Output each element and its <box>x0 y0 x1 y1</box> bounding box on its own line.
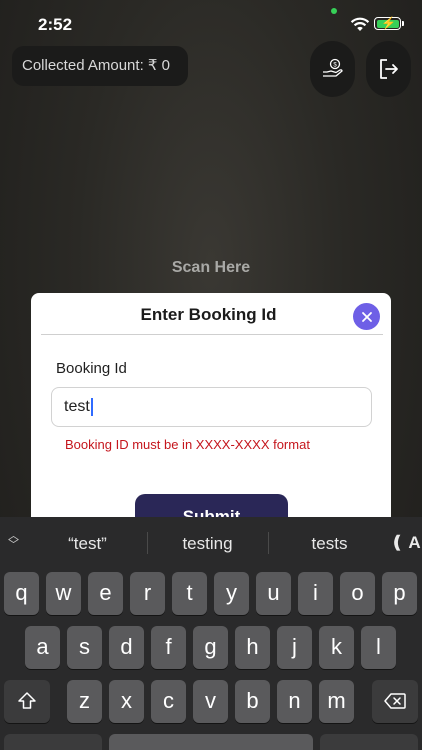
keyboard: ︿ ﹀ “test” testing tests ❪ A q w e r t y … <box>0 517 422 750</box>
modal-divider <box>41 334 383 335</box>
key-o[interactable]: o <box>340 572 375 615</box>
backspace-icon <box>384 693 406 709</box>
payment-button[interactable]: $ <box>310 41 355 97</box>
return-key[interactable] <box>320 734 418 750</box>
battery-cap <box>402 21 404 26</box>
close-icon <box>361 311 372 322</box>
key-p[interactable]: p <box>382 572 417 615</box>
key-a[interactable]: a <box>25 626 60 669</box>
suggestion-divider <box>147 532 148 554</box>
key-k[interactable]: k <box>319 626 354 669</box>
booking-id-input-value: test <box>64 398 90 415</box>
hand-coin-icon: $ <box>322 58 343 77</box>
validation-error: Booking ID must be in XXXX-XXXX format <box>65 437 310 452</box>
key-m[interactable]: m <box>319 680 354 723</box>
wifi-icon <box>350 17 370 31</box>
key-q[interactable]: q <box>4 572 39 615</box>
key-z[interactable]: z <box>67 680 102 723</box>
booking-id-modal: Enter Booking Id Booking Id test Booking… <box>31 293 391 544</box>
camera-in-use-indicator <box>331 8 337 14</box>
key-y[interactable]: y <box>214 572 249 615</box>
key-s[interactable]: s <box>67 626 102 669</box>
key-f[interactable]: f <box>151 626 186 669</box>
numbers-key[interactable] <box>4 734 102 750</box>
booking-id-label: Booking Id <box>56 360 127 377</box>
key-v[interactable]: v <box>193 680 228 723</box>
key-n[interactable]: n <box>277 680 312 723</box>
logout-icon <box>379 59 398 79</box>
key-h[interactable]: h <box>235 626 270 669</box>
status-time: 2:52 <box>38 15 73 34</box>
key-e[interactable]: e <box>88 572 123 615</box>
key-b[interactable]: b <box>235 680 270 723</box>
key-x[interactable]: x <box>109 680 144 723</box>
delete-key[interactable] <box>372 680 418 723</box>
key-j[interactable]: j <box>277 626 312 669</box>
suggestion-bar: ︿ ﹀ “test” testing tests ❪ A <box>0 517 422 567</box>
key-i[interactable]: i <box>298 572 333 615</box>
close-button[interactable] <box>353 303 380 330</box>
expand-suggestions-icon[interactable]: ︿ ﹀ <box>8 531 19 551</box>
key-u[interactable]: u <box>256 572 291 615</box>
logout-button[interactable] <box>366 41 411 97</box>
suggestion-1[interactable]: “test” <box>40 534 135 554</box>
collected-amount-badge: Collected Amount: ₹ 0 <box>12 46 188 86</box>
key-r[interactable]: r <box>130 572 165 615</box>
shift-key[interactable] <box>4 680 50 723</box>
status-bar: 2:52 ⚡ <box>0 0 422 50</box>
charging-icon: ⚡ <box>381 16 396 30</box>
booking-id-input[interactable]: test <box>51 387 372 427</box>
suggestion-divider <box>268 532 269 554</box>
key-c[interactable]: c <box>151 680 186 723</box>
text-cursor <box>90 397 93 416</box>
modal-title: Enter Booking Id <box>140 305 277 324</box>
key-l[interactable]: l <box>361 626 396 669</box>
suggestion-3[interactable]: tests <box>282 534 377 554</box>
suggestion-2[interactable]: testing <box>160 534 255 554</box>
scan-here-label: Scan Here <box>171 259 251 276</box>
key-d[interactable]: d <box>109 626 144 669</box>
shift-icon <box>18 692 36 709</box>
space-key[interactable] <box>109 734 313 750</box>
key-w[interactable]: w <box>46 572 81 615</box>
key-g[interactable]: g <box>193 626 228 669</box>
key-t[interactable]: t <box>172 572 207 615</box>
text-style-button[interactable]: ❪ A <box>390 533 421 553</box>
